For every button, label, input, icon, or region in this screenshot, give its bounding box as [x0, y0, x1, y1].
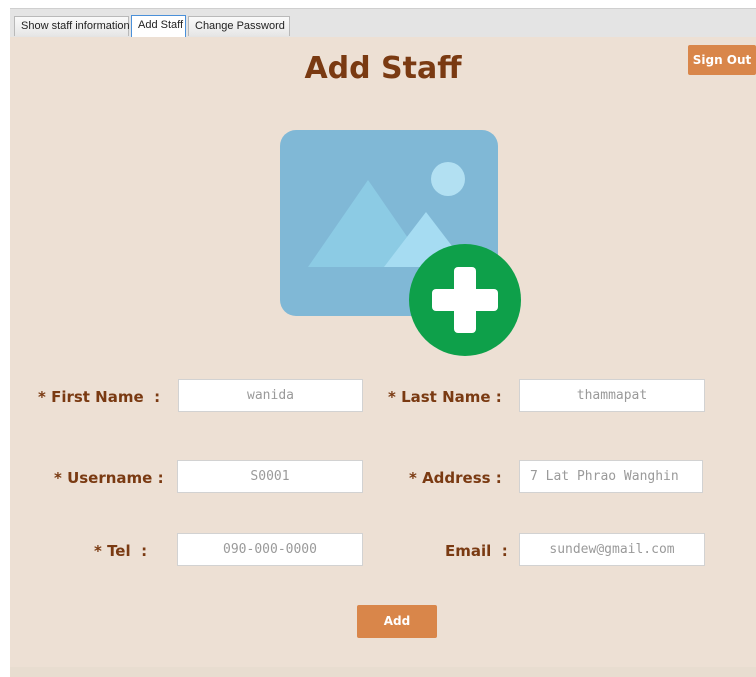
email-label: Email :: [445, 542, 508, 560]
first-name-label: * First Name :: [38, 388, 161, 406]
add-photo-button[interactable]: [280, 130, 530, 370]
username-field[interactable]: [177, 460, 363, 493]
tel-field[interactable]: [177, 533, 363, 566]
email-field[interactable]: [519, 533, 705, 566]
add-image-icon: [280, 130, 521, 356]
last-name-field[interactable]: [519, 379, 705, 412]
page-title: Add Staff: [304, 51, 462, 86]
add-staff-panel: Add Staff Sign Out * First Name : * Last…: [10, 37, 756, 667]
username-label: * Username :: [54, 469, 164, 487]
app-window: Show staff information Add Staff Change …: [10, 8, 756, 677]
last-name-label: * Last Name :: [388, 388, 502, 406]
add-button[interactable]: Add: [357, 605, 437, 638]
address-label: * Address :: [409, 469, 502, 487]
tab-bar: Show staff information Add Staff Change …: [10, 8, 756, 37]
tab-show-staff-information[interactable]: Show staff information: [14, 16, 130, 36]
address-field[interactable]: [519, 460, 703, 493]
tab-change-password[interactable]: Change Password: [188, 16, 290, 36]
bottom-strip: [10, 667, 756, 677]
first-name-field[interactable]: [178, 379, 363, 412]
tab-add-staff[interactable]: Add Staff: [131, 15, 186, 37]
tel-label: * Tel :: [94, 542, 148, 560]
sign-out-button[interactable]: Sign Out: [688, 45, 756, 75]
